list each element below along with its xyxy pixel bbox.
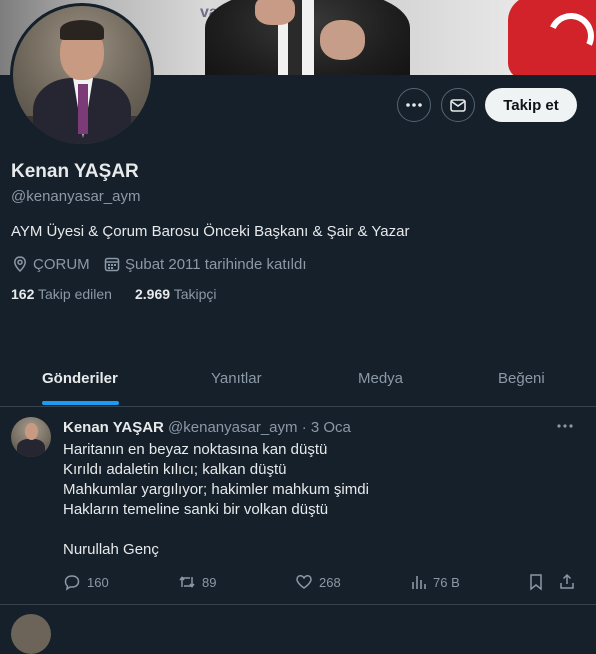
location-text: ÇORUM (33, 255, 90, 273)
banner-hand (320, 20, 365, 60)
followers-count: 2.969 (135, 286, 171, 302)
more-button[interactable] (397, 88, 431, 122)
views-count: 76 B (433, 574, 460, 590)
repost-icon (179, 576, 195, 588)
message-button[interactable] (441, 88, 475, 122)
reply-count: 160 (87, 574, 109, 590)
next-post-avatar[interactable] (11, 614, 51, 654)
bookmark-icon (530, 574, 542, 591)
post-divider (0, 604, 596, 605)
mail-icon (450, 99, 466, 112)
tab-replies[interactable]: Yanıtlar (211, 370, 262, 387)
heart-icon (296, 575, 312, 589)
profile-name: Kenan YAŞAR (11, 161, 139, 182)
follow-button[interactable]: Takip et (485, 88, 577, 122)
join-date-text: Şubat 2011 tarihinde katıldı (125, 255, 307, 273)
following-count: 162 (11, 286, 35, 302)
post-date[interactable]: · 3 Oca (302, 419, 351, 436)
post-text-line: Hakların temeline sanki bir volkan düştü (63, 501, 329, 518)
location-pin-icon (14, 256, 26, 273)
location: ÇORUM (11, 255, 90, 273)
post-header: Kenan YAŞAR @kenanyasar_aym · 3 Oca (63, 419, 351, 436)
flag-image (508, 0, 596, 75)
followers-link[interactable]: 2.969 Takipçi (135, 286, 216, 302)
repost-count: 89 (202, 574, 217, 590)
share-icon (560, 573, 574, 589)
profile-avatar[interactable] (10, 3, 154, 147)
tab-media[interactable]: Medya (358, 370, 403, 387)
banner-hand (255, 0, 295, 25)
profile-tabs: Gönderiler Yanıtlar Medya Beğeni (0, 350, 596, 407)
analytics-icon (412, 576, 426, 589)
followers-label: Takipçi (173, 286, 217, 302)
post-text-line: Kırıldı adaletin kılıcı; kalkan düştü (63, 461, 287, 478)
reply-button[interactable]: 160 (63, 573, 109, 591)
calendar-icon (104, 257, 120, 272)
profile-bio: AYM Üyesi & Çorum Barosu Önceki Başkanı … (11, 223, 410, 240)
views-button[interactable]: 76 B (411, 573, 460, 591)
join-date: Şubat 2011 tarihinde katıldı (103, 255, 307, 273)
post-text-line: Nurullah Genç (63, 541, 159, 558)
more-icon (406, 103, 422, 107)
tab-posts[interactable]: Gönderiler (42, 370, 118, 387)
more-icon (557, 424, 573, 428)
post-avatar[interactable] (11, 417, 51, 457)
profile-handle: @kenanyasar_aym (11, 188, 141, 205)
bookmark-button[interactable] (528, 573, 544, 591)
post-author-name[interactable]: Kenan YAŞAR (63, 419, 164, 436)
following-link[interactable]: 162 Takip edilen (11, 286, 112, 302)
post-text-line: Mahkumlar yargılıyor; hakimler mahkum şi… (63, 481, 369, 498)
share-button[interactable] (558, 573, 576, 591)
post-more-button[interactable] (556, 418, 574, 436)
post-author-handle[interactable]: @kenanyasar_aym (168, 419, 297, 436)
post-text-line: Haritanın en beyaz noktasına kan düştü (63, 441, 328, 458)
like-count: 268 (319, 574, 341, 590)
reply-icon (64, 575, 80, 591)
active-tab-indicator (42, 401, 119, 405)
repost-button[interactable]: 89 (178, 573, 216, 591)
like-button[interactable]: 268 (295, 573, 341, 591)
following-label: Takip edilen (38, 286, 112, 302)
tab-likes[interactable]: Beğeni (498, 370, 545, 387)
